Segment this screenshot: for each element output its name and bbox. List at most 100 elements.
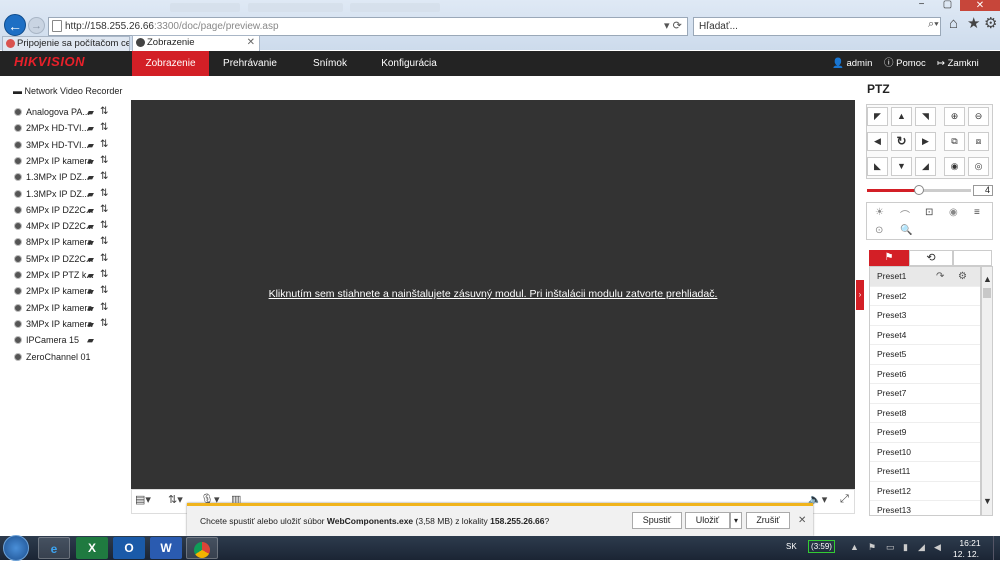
preset-item[interactable]: Preset10 [870,443,980,462]
record-icon[interactable]: ▰ [87,107,94,118]
camera-item[interactable]: 2MPx IP kamera [14,283,92,299]
scrollbar-thumb[interactable] [983,288,991,298]
ptz-down-right-button[interactable]: ◢ [915,157,936,176]
iris-open-icon[interactable]: ◉ [944,157,965,176]
record-icon[interactable]: ▰ [87,221,94,232]
network-tray-icon[interactable]: ◢ [918,542,925,553]
address-actions[interactable]: ▾ ⟳ [664,17,688,36]
camera-item[interactable]: 4MPx IP DZ2C... [14,218,93,234]
ptz-icon[interactable]: ⇅ [100,122,108,133]
help-link[interactable]: ⓘ Pomoc [884,51,926,76]
preset-item[interactable]: Preset1 ↷ ⚙ [870,267,980,287]
address-bar[interactable]: http://158.255.26.66:3300/doc/page/previ… [48,17,688,36]
preset-item[interactable]: Preset7 [870,384,980,404]
nav-konfiguracia[interactable]: Konfigurácia [372,51,446,76]
record-icon[interactable]: ▰ [87,319,94,330]
dropdown-icon[interactable]: ▾ [664,20,670,32]
save-button[interactable]: Uložiť [685,512,730,529]
excel-icon[interactable]: X [76,537,108,559]
ptz-panel-toggle[interactable]: › [856,280,864,310]
preset-item[interactable]: Preset6 [870,365,980,384]
ptz-up-right-button[interactable]: ◥ [915,107,936,126]
ptz-icon[interactable]: ⇅ [100,171,108,182]
ptz-icon[interactable]: ⇅ [100,139,108,150]
scroll-up-icon[interactable]: ▲ [983,274,992,284]
back-button[interactable]: ← [4,14,26,36]
logout-link[interactable]: ↦ Zamkni [937,51,979,76]
camera-item[interactable]: Analogova PA... [14,104,90,120]
outlook-icon[interactable]: O [113,537,145,559]
plugin-download-link[interactable]: Kliknutím sem stiahnete a nainštalujete … [131,288,855,300]
preset-item[interactable]: Preset4 [870,326,980,345]
close-window-button[interactable]: ✕ [960,0,1000,11]
camera-item[interactable]: 2MPx IP kamera [14,153,92,169]
camera-item[interactable]: 6MPx IP DZ2C... [14,202,93,218]
camera-item[interactable]: 3MPx HD-TVI... [14,137,89,153]
record-icon[interactable]: ▰ [87,156,94,167]
cancel-button[interactable]: Zrušiť [746,512,790,529]
record-icon[interactable]: ▰ [87,270,94,281]
tab-close-icon[interactable]: ✕ [247,36,255,49]
record-icon[interactable]: ▰ [87,205,94,216]
start-button[interactable] [3,535,29,561]
camera-item[interactable]: IPCamera 15 [14,332,79,348]
preset-item[interactable]: Preset8 [870,404,980,423]
camera-item[interactable]: 2MPx IP PTZ k... [14,267,94,283]
minimize-button[interactable]: − [908,0,935,11]
ptz-up-left-button[interactable]: ◤ [867,107,888,126]
tab-pattern[interactable] [953,250,992,266]
settings-icon[interactable]: ⚙ [984,14,997,32]
ptz-icon[interactable]: ⇅ [100,106,108,117]
record-icon[interactable]: ▰ [87,237,94,248]
close-icon[interactable]: ✕ [798,515,806,526]
camera-item[interactable]: 3MPx IP kamera [14,316,92,332]
tab-remote[interactable]: Pripojenie sa počítačom cez w... [2,36,130,51]
menu-icon[interactable]: ≡ [974,207,980,218]
ptz-up-button[interactable]: ▲ [891,107,912,126]
nav-prehravanie[interactable]: Prehrávanie [212,51,288,76]
refresh-icon[interactable]: ⟳ [673,20,682,32]
chrome-icon[interactable] [186,537,218,559]
tab-zobrazenie[interactable]: Zobrazenie ✕ [132,35,260,51]
ptz-down-left-button[interactable]: ◣ [867,157,888,176]
record-icon[interactable]: ▰ [87,172,94,183]
nav-snimok[interactable]: Snímok [294,51,366,76]
show-desktop-button[interactable] [993,536,1000,560]
camera-item[interactable]: 2MPx IP kamera [14,300,92,316]
call-preset-icon[interactable]: ↷ [936,267,944,286]
tab-presets[interactable]: ⚑ [869,250,909,266]
camera-item[interactable]: 1.3MPx IP DZ... [14,169,89,185]
record-icon[interactable]: ▰ [87,189,94,200]
lens-init-icon[interactable]: ◉ [949,207,958,218]
preset-item[interactable]: Preset12 [870,482,980,501]
speed-slider-handle[interactable] [914,185,924,195]
manual-track-icon[interactable]: 🔍 [900,225,912,236]
camera-item[interactable]: 8MPx IP kamera [14,234,92,250]
record-icon[interactable]: ▰ [87,140,94,151]
search-input[interactable]: Hľadať... [693,17,941,36]
record-icon[interactable]: ▰ [87,254,94,265]
save-dropdown-icon[interactable]: ▾ [730,512,742,529]
ptz-icon[interactable]: ⇅ [100,318,108,329]
forward-button[interactable]: → [28,17,45,34]
ptz-icon[interactable]: ⇅ [100,236,108,247]
preset-item[interactable]: Preset3 [870,306,980,326]
preset-scrollbar[interactable] [981,266,993,516]
stream-icon[interactable]: ⇅▾ [168,493,183,506]
auto-scan-icon[interactable]: ↻ [891,132,912,151]
camera-item[interactable]: 5MPx IP DZ2C... [14,251,93,267]
nav-zobrazenie[interactable]: Zobrazenie [132,51,209,76]
language-indicator[interactable]: SK [786,542,797,551]
wiper-icon[interactable]: ⌒ [900,207,910,222]
ptz-icon[interactable]: ⇅ [100,204,108,215]
preset-item[interactable]: Preset11 [870,462,980,482]
light-icon[interactable]: ☀ [875,207,884,218]
battery-indicator[interactable]: (3:59) [808,540,835,553]
ptz-left-button[interactable]: ◀ [867,132,888,151]
favorites-icon[interactable]: ★ [967,14,980,32]
clock-time[interactable]: 16:21 [955,538,985,548]
preset-item[interactable]: Preset5 [870,345,980,365]
set-preset-icon[interactable]: ⚙ [958,267,967,286]
flag-tray-icon[interactable]: ⚑ [868,542,876,553]
ptz-icon[interactable]: ⇅ [100,253,108,264]
